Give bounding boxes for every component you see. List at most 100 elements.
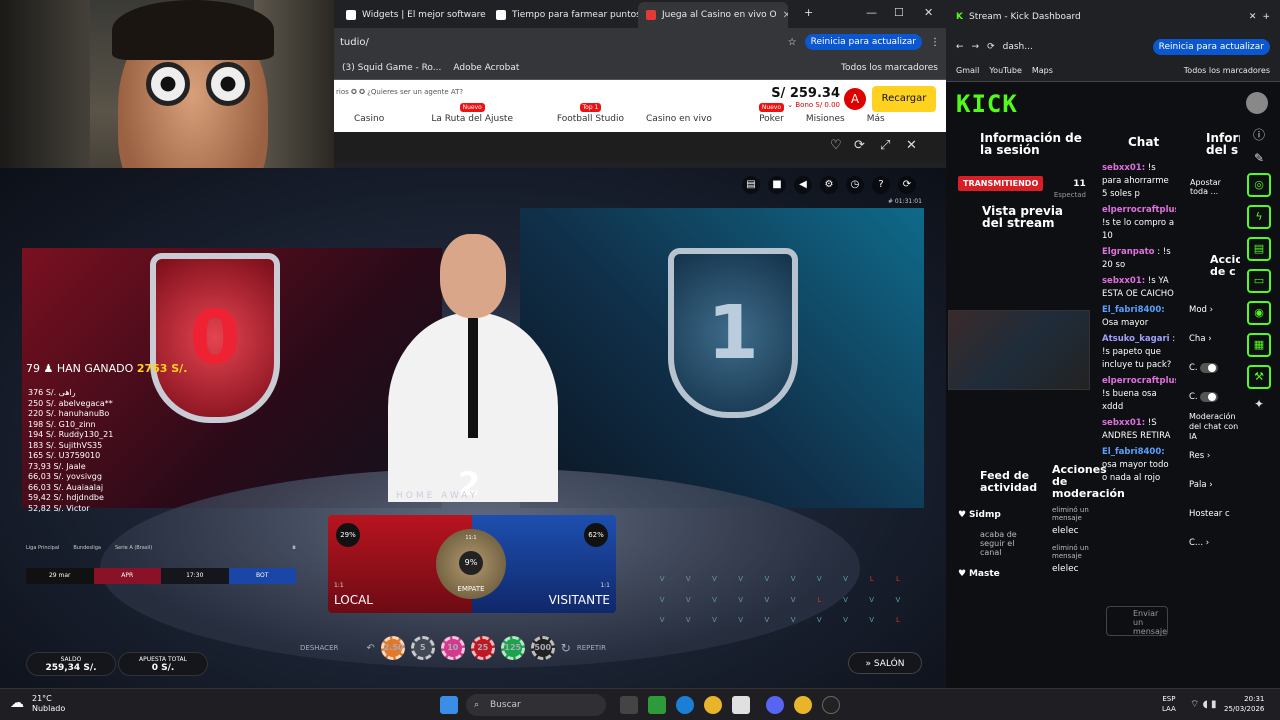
new-tab-icon[interactable]: + bbox=[804, 6, 813, 19]
kick-url[interactable]: dash... bbox=[1003, 42, 1033, 52]
clock[interactable]: 20:31 25/03/2026 bbox=[1224, 694, 1264, 714]
chat-username[interactable]: elperrocraftplusxi: bbox=[1102, 376, 1176, 386]
back-icon[interactable]: ← bbox=[956, 42, 964, 52]
list-item[interactable]: Cha › bbox=[1189, 325, 1240, 354]
kick-logo[interactable]: KICK bbox=[956, 90, 1018, 118]
chip-0[interactable]: 2.50 bbox=[380, 636, 405, 660]
chrome-icon[interactable] bbox=[794, 696, 812, 714]
chat-username[interactable]: El_fabri8400: bbox=[1102, 305, 1165, 315]
repeat-icon[interactable]: ↻ bbox=[561, 641, 571, 655]
update-button[interactable]: Reinicia para actualizar bbox=[804, 34, 922, 50]
volume-icon[interactable]: ◀ bbox=[794, 176, 812, 194]
chat-icon[interactable]: ▤ bbox=[742, 176, 760, 194]
wrench-icon[interactable]: ⚒ bbox=[1247, 365, 1271, 389]
star-icon[interactable]: ☆ bbox=[788, 37, 797, 48]
flash-icon[interactable]: ϟ bbox=[1247, 205, 1271, 229]
chat-username[interactable]: El_fabri8400: bbox=[1102, 447, 1165, 457]
repeat-label[interactable]: REPETIR bbox=[577, 644, 606, 652]
task-view-icon[interactable] bbox=[620, 696, 638, 714]
close-game-icon[interactable]: ✕ bbox=[906, 138, 917, 153]
maximize-icon[interactable]: ☐ bbox=[894, 6, 904, 19]
obs-icon[interactable] bbox=[822, 696, 840, 714]
files-icon[interactable] bbox=[732, 696, 750, 714]
taskbar-search[interactable]: Buscar bbox=[466, 694, 606, 716]
chat-username[interactable]: Atsuko_kagari bbox=[1102, 334, 1170, 344]
chat-bubble-icon[interactable]: ▭ bbox=[1247, 269, 1271, 293]
balance-display[interactable]: S/ 259.34 ⌄ Bono S/ 0.00 bbox=[771, 86, 840, 109]
weather-icon[interactable]: ☁ bbox=[10, 695, 24, 711]
chrome-icon[interactable] bbox=[704, 696, 722, 714]
avatar[interactable] bbox=[1246, 92, 1268, 114]
nav-misiones[interactable]: Misiones bbox=[806, 114, 845, 124]
new-tab-icon[interactable]: + bbox=[1262, 12, 1270, 22]
chip-5[interactable]: 500 bbox=[530, 636, 555, 660]
tab-casino[interactable]: Juega al Casino en vivo O ✕ bbox=[638, 2, 788, 28]
list-item[interactable]: Pala › bbox=[1189, 471, 1240, 500]
update-button[interactable]: Reinicia para actualizar bbox=[1152, 39, 1270, 55]
nav-casino[interactable]: Casino bbox=[354, 114, 384, 124]
league-item[interactable]: Liga Principal bbox=[26, 545, 59, 551]
lobby-icon[interactable]: ⟳ bbox=[898, 176, 916, 194]
tab-farmear[interactable]: Tiempo para farmear puntos✕ bbox=[488, 2, 638, 28]
list-icon[interactable]: ▤ bbox=[1247, 237, 1271, 261]
avatar[interactable]: A bbox=[844, 88, 866, 110]
close-tab-icon[interactable]: ✕ bbox=[1249, 12, 1257, 22]
apps-icon[interactable]: ✦ bbox=[1254, 397, 1264, 411]
bet-empate[interactable]: 11:1 9% EMPATE bbox=[436, 529, 506, 599]
help-icon[interactable]: ? bbox=[872, 176, 890, 194]
tab-widgets[interactable]: Widgets | El mejor software p✕ bbox=[338, 2, 488, 28]
chat-username[interactable]: sebxx01: bbox=[1102, 163, 1145, 173]
chat-username[interactable]: elperrocraftplusxi: bbox=[1102, 205, 1176, 215]
language-indicator[interactable]: ESP LAA bbox=[1162, 694, 1176, 714]
wifi-icon[interactable]: ⌔ ◖ ▮ bbox=[1190, 698, 1217, 711]
close-window-icon[interactable]: ✕ bbox=[924, 6, 933, 19]
nav-poker[interactable]: NuevoPoker bbox=[734, 103, 785, 124]
recharge-button[interactable]: Recargar bbox=[872, 86, 936, 112]
list-item[interactable]: Res › bbox=[1189, 442, 1240, 471]
list-item[interactable]: Mod › bbox=[1189, 296, 1240, 325]
league-item[interactable]: Serie A (Brasil) bbox=[115, 545, 152, 551]
chip-4[interactable]: 125 bbox=[500, 636, 525, 660]
nav-ruta[interactable]: NuevoLa Ruta del Ajuste bbox=[406, 103, 513, 124]
weather-widget[interactable]: 21°C Nublado bbox=[32, 694, 65, 714]
bookmark-youtube[interactable]: YouTube bbox=[989, 66, 1022, 75]
agent-link[interactable]: rios ✪ ✪ ¿Quieres ser un agente AT? bbox=[336, 88, 463, 96]
video-icon[interactable]: ■ bbox=[768, 176, 786, 194]
bookmark-gmail[interactable]: Gmail bbox=[956, 66, 979, 75]
history-icon[interactable]: ◷ bbox=[846, 176, 864, 194]
layers-icon[interactable]: ▦ bbox=[1247, 333, 1271, 357]
favorite-icon[interactable]: ♡ bbox=[830, 138, 842, 153]
menu-icon[interactable]: ⋮ bbox=[930, 37, 940, 48]
nav-live[interactable]: Casino en vivo bbox=[646, 114, 712, 124]
reload-icon[interactable]: ⟳ bbox=[987, 42, 995, 52]
discord-icon[interactable] bbox=[766, 696, 784, 714]
stream-preview[interactable] bbox=[948, 310, 1090, 390]
chip-3[interactable]: 25 bbox=[470, 636, 495, 660]
start-icon[interactable] bbox=[440, 696, 458, 714]
broadcast-icon[interactable]: ◉ bbox=[1247, 301, 1271, 325]
chip-1[interactable]: 5 bbox=[410, 636, 435, 660]
list-item[interactable]: Hostear c bbox=[1189, 500, 1240, 529]
url-field[interactable]: tudio/ bbox=[340, 37, 780, 48]
all-bookmarks[interactable]: Todos los marcadores bbox=[1184, 66, 1270, 75]
camera-icon[interactable]: ◎ bbox=[1247, 173, 1271, 197]
all-bookmarks[interactable]: Todos los marcadores bbox=[841, 63, 938, 73]
list-item[interactable]: C. bbox=[1189, 354, 1240, 383]
settings-icon[interactable]: ⚙ bbox=[820, 176, 838, 194]
forward-icon[interactable]: → bbox=[972, 42, 980, 52]
list-item[interactable]: C... › bbox=[1189, 529, 1240, 558]
info-icon[interactable]: ⓘ bbox=[1253, 126, 1265, 143]
chat-username[interactable]: sebxx01: bbox=[1102, 276, 1145, 286]
kick-tab[interactable]: Stream - Kick Dashboard bbox=[969, 12, 1081, 22]
league-item[interactable]: Bundesliga bbox=[73, 545, 101, 551]
bookmark-squid[interactable]: (3) Squid Game - Ro... bbox=[342, 63, 441, 73]
chat-input[interactable]: Enviar un mensaje bbox=[1106, 606, 1168, 636]
undo-icon[interactable]: ↶ bbox=[366, 643, 374, 654]
chat-username[interactable]: Elgranpato bbox=[1102, 247, 1155, 257]
edit-icon[interactable]: ✎ bbox=[1254, 151, 1264, 165]
nav-mas[interactable]: Más bbox=[867, 114, 885, 124]
chip-2[interactable]: 10 bbox=[440, 636, 465, 660]
edge-icon[interactable] bbox=[676, 696, 694, 714]
bookmark-maps[interactable]: Maps bbox=[1032, 66, 1053, 75]
pause-icon[interactable]: ⏸ bbox=[292, 543, 296, 553]
